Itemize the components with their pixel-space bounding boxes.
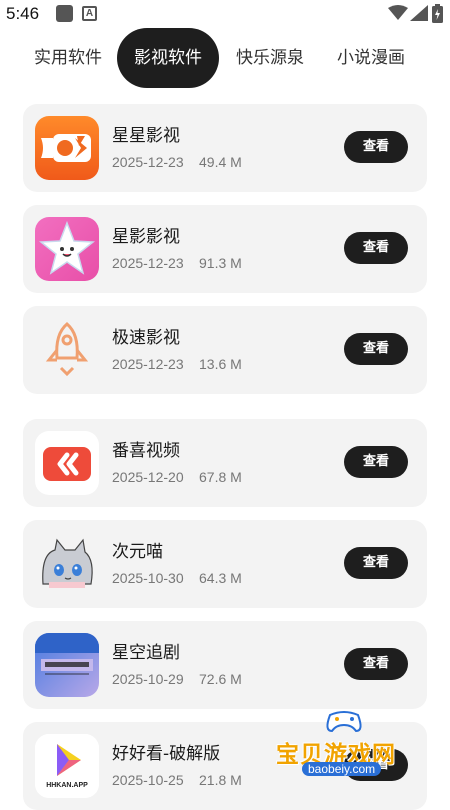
app-size: 21.8 M	[199, 772, 242, 788]
tab-novel-comics[interactable]: 小说漫画	[326, 28, 416, 88]
category-tabs: 实用软件 影视软件 快乐源泉 小说漫画	[0, 28, 450, 90]
app-card[interactable]: 星星影视 2025-12-23 49.4 M 查看	[23, 104, 427, 192]
star-pink-icon	[35, 217, 99, 281]
view-button[interactable]: 查看	[344, 232, 408, 264]
app-card[interactable]: 番喜视频 2025-12-20 67.8 M 查看	[23, 419, 427, 507]
view-button[interactable]: 查看	[344, 446, 408, 478]
app-date: 2025-10-29	[112, 671, 184, 687]
app-date: 2025-12-23	[112, 356, 184, 372]
tab-happy-source[interactable]: 快乐源泉	[226, 28, 314, 88]
hhkan-play-icon: HHKAN.APP	[35, 734, 99, 798]
app-name: 星星影视	[112, 126, 180, 146]
anime-cat-icon	[35, 532, 99, 596]
app-size: 13.6 M	[199, 356, 242, 372]
view-button[interactable]: 查看	[344, 547, 408, 579]
app-date: 2025-12-23	[112, 255, 184, 271]
app-size: 67.8 M	[199, 469, 242, 485]
view-button[interactable]: 查看	[344, 648, 408, 680]
notification-icon	[56, 5, 73, 22]
app-size: 64.3 M	[199, 570, 242, 586]
app-card[interactable]: 次元喵 2025-10-30 64.3 M 查看	[23, 520, 427, 608]
a-notification-icon: A	[82, 6, 97, 21]
app-date: 2025-12-20	[112, 469, 184, 485]
starry-sky-icon	[35, 633, 99, 697]
app-date: 2025-10-25	[112, 772, 184, 788]
watermark: 宝贝游戏网 baobeiy.com	[272, 707, 432, 797]
app-date: 2025-12-23	[112, 154, 184, 170]
app-size: 72.6 M	[199, 671, 242, 687]
app-size: 49.4 M	[199, 154, 242, 170]
app-name: 好好看-破解版	[112, 744, 221, 764]
app-card[interactable]: 极速影视 2025-12-23 13.6 M 查看	[23, 306, 427, 394]
rocket-icon	[35, 318, 99, 382]
status-time: 5:46	[6, 4, 40, 23]
app-date: 2025-10-30	[112, 570, 184, 586]
signal-icon	[410, 5, 428, 21]
view-button[interactable]: 查看	[344, 333, 408, 365]
play-red-icon	[35, 431, 99, 495]
app-name: 次元喵	[112, 542, 163, 562]
status-bar: 5:46 A	[0, 0, 450, 28]
wifi-icon	[388, 5, 408, 20]
app-size: 91.3 M	[199, 255, 242, 271]
app-name: 极速影视	[112, 328, 180, 348]
app-card[interactable]: 星影影视 2025-12-23 91.3 M 查看	[23, 205, 427, 293]
video-camera-orange-icon	[35, 116, 99, 180]
tab-video-software[interactable]: 影视软件	[117, 28, 219, 88]
app-name: 番喜视频	[112, 441, 180, 461]
tab-utility-software[interactable]: 实用软件	[24, 28, 112, 88]
app-name: 星影影视	[112, 227, 180, 247]
battery-icon	[432, 4, 443, 23]
app-card[interactable]: 星空追剧 2025-10-29 72.6 M 查看	[23, 621, 427, 709]
watermark-url: baobeiy.com	[302, 762, 382, 776]
view-button[interactable]: 查看	[344, 131, 408, 163]
app-name: 星空追剧	[112, 643, 180, 663]
hhkan-logo-text: HHKAN.APP	[46, 782, 88, 789]
gamepad-icon	[326, 711, 362, 733]
